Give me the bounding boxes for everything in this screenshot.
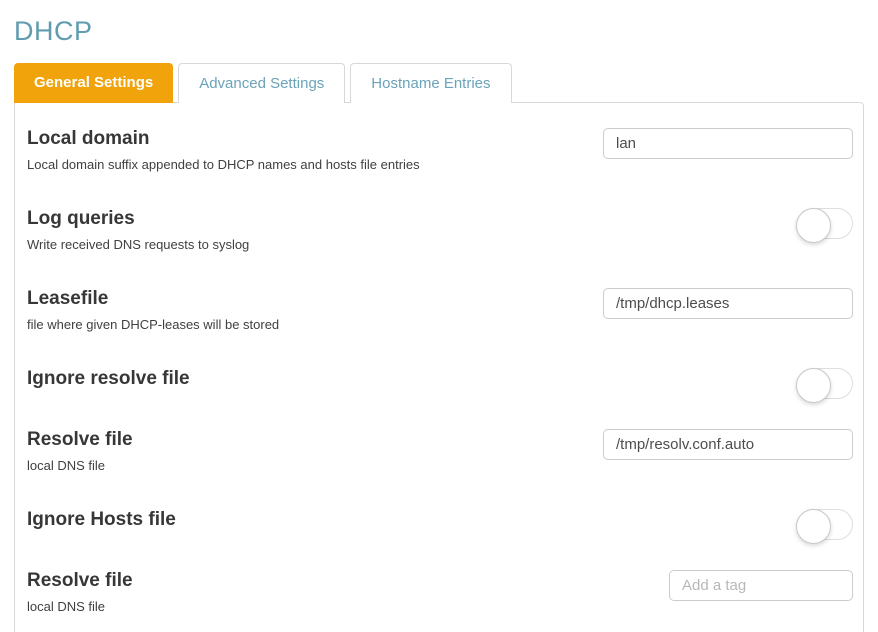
field-info: Leasefile file where given DHCP-leases w… [27, 288, 279, 332]
ignore-hosts-file-toggle[interactable] [796, 509, 853, 544]
toggle-knob [796, 509, 831, 544]
field-label-resolve-file-tag: Resolve file [27, 570, 133, 591]
tab-hostname-entries[interactable]: Hostname Entries [350, 63, 512, 103]
field-row-ignore-hosts-file: Ignore Hosts file [27, 509, 853, 544]
toggle-knob [796, 368, 831, 403]
field-info: Ignore Hosts file [27, 509, 176, 531]
field-row-log-queries: Log queries Write received DNS requests … [27, 208, 853, 252]
resolve-file-input[interactable] [603, 429, 853, 460]
field-label-local-domain: Local domain [27, 128, 150, 149]
field-description: Local domain suffix appended to DHCP nam… [27, 157, 420, 172]
field-description: local DNS file [27, 458, 106, 473]
page-title: DHCP [14, 16, 93, 46]
settings-card: Local domain Local domain suffix appende… [14, 102, 864, 632]
field-info: Ignore resolve file [27, 368, 190, 390]
leasefile-input[interactable] [603, 288, 853, 319]
field-row-leasefile: Leasefile file where given DHCP-leases w… [27, 288, 853, 332]
resolve-file-tag-input[interactable] [669, 570, 853, 601]
tab-advanced-settings[interactable]: Advanced Settings [178, 63, 346, 103]
field-row-resolve-file: Resolve file local DNS file [27, 429, 853, 473]
tab-general-settings[interactable]: General Settings [14, 63, 174, 103]
field-row-resolve-file-tag: Resolve file local DNS file [27, 570, 853, 614]
field-description: local DNS file [27, 599, 106, 614]
field-label-ignore-hosts-file: Ignore Hosts file [27, 509, 176, 530]
field-label-log-queries: Log queries [27, 208, 135, 229]
log-queries-toggle[interactable] [796, 208, 853, 243]
field-row-local-domain: Local domain Local domain suffix appende… [27, 128, 853, 172]
field-label-leasefile: Leasefile [27, 288, 109, 309]
field-info: Resolve file local DNS file [27, 429, 133, 473]
ignore-resolve-file-toggle[interactable] [796, 368, 853, 403]
field-description: Write received DNS requests to syslog [27, 237, 250, 252]
field-row-ignore-resolve-file: Ignore resolve file [27, 368, 853, 403]
field-info: Log queries Write received DNS requests … [27, 208, 249, 252]
field-info: Local domain Local domain suffix appende… [27, 128, 420, 172]
toggle-knob [796, 208, 831, 243]
field-info: Resolve file local DNS file [27, 570, 133, 614]
field-label-ignore-resolve-file: Ignore resolve file [27, 368, 190, 389]
field-description: file where given DHCP-leases will be sto… [27, 317, 280, 332]
local-domain-input[interactable] [603, 128, 853, 159]
dhcp-settings-page: DHCP General Settings Advanced Settings … [0, 0, 878, 632]
field-label-resolve-file: Resolve file [27, 429, 133, 450]
tab-bar: General Settings Advanced Settings Hostn… [14, 63, 864, 103]
